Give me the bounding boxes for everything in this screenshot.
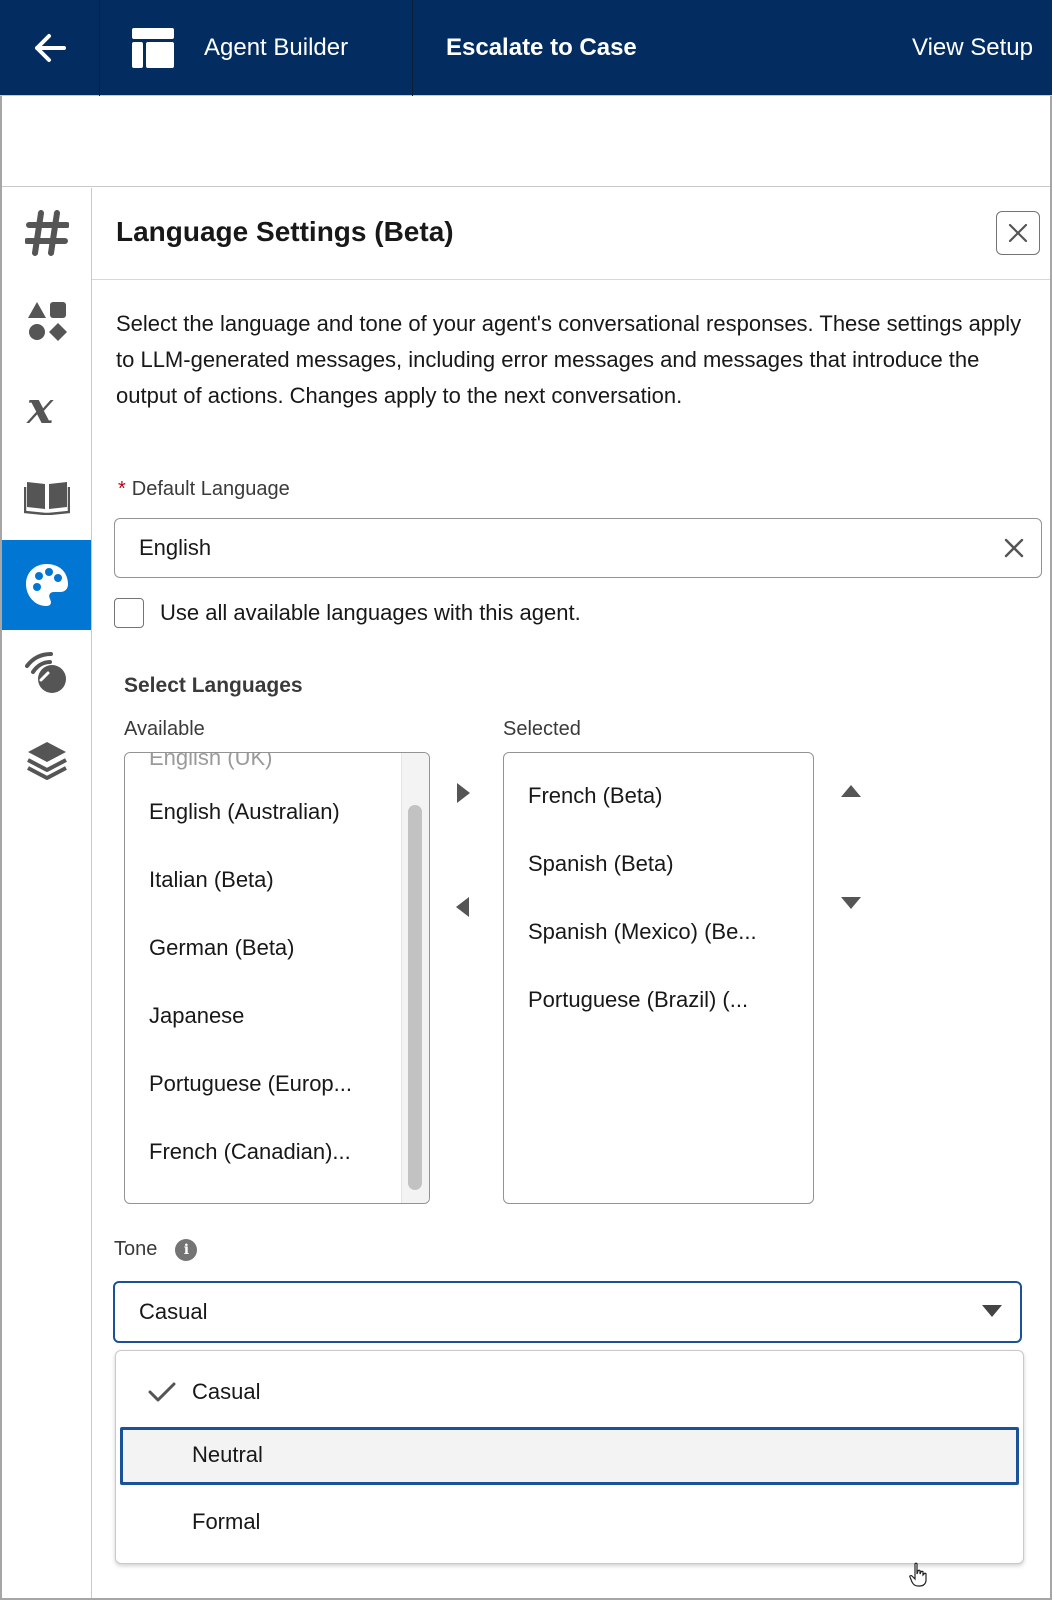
selected-label: Selected — [503, 718, 581, 740]
record-title: Escalate to Case — [446, 34, 637, 61]
use-all-languages-checkbox[interactable] — [114, 598, 144, 628]
tone-option-neutral[interactable]: Neutral — [120, 1427, 1019, 1485]
scrollbar-thumb[interactable] — [408, 805, 422, 1190]
app-layout-icon — [132, 28, 174, 68]
tone-dropdown-menu: Casual Neutral Formal — [115, 1350, 1024, 1564]
tone-select-value: Casual — [139, 1299, 208, 1324]
panel-title: Language Settings (Beta) — [116, 216, 454, 247]
hand-cursor-icon — [909, 1562, 927, 1587]
toolbar-band — [0, 96, 1052, 187]
list-item[interactable]: Japanese — [149, 1003, 244, 1029]
rail-item-actions[interactable] — [2, 276, 91, 366]
tone-option-label: Neutral — [192, 1442, 263, 1467]
svg-text:x: x — [26, 389, 54, 429]
view-setup-link[interactable]: View Setup — [912, 0, 1033, 96]
rail-item-connections[interactable] — [2, 628, 91, 718]
triangle-up-icon — [841, 785, 861, 797]
move-up-button[interactable] — [836, 776, 866, 806]
rail-item-language-settings[interactable] — [2, 540, 91, 630]
rail-item-knowledge[interactable] — [2, 452, 91, 542]
list-item[interactable]: Italian (Beta) — [149, 867, 274, 893]
triangle-right-icon — [457, 783, 470, 803]
select-languages-title: Select Languages — [124, 674, 303, 697]
language-settings-panel: Language Settings (Beta) Select the lang… — [92, 188, 1050, 1598]
tone-option-label: Formal — [192, 1509, 261, 1534]
tone-option-casual[interactable]: Casual — [120, 1365, 1019, 1421]
list-item[interactable]: Spanish (Mexico) (Be... — [528, 919, 757, 945]
list-item[interactable]: Spanish (Beta) — [528, 851, 674, 877]
back-button[interactable] — [0, 0, 100, 96]
palette-icon — [25, 564, 68, 606]
use-all-languages-label: Use all available languages with this ag… — [160, 600, 581, 625]
list-item[interactable]: Portuguese (Europ... — [149, 1071, 352, 1097]
list-item[interactable]: French (Beta) — [528, 783, 663, 809]
clear-icon[interactable] — [1001, 535, 1027, 561]
move-to-available-button[interactable] — [448, 892, 478, 922]
info-icon[interactable]: i — [175, 1238, 198, 1261]
default-language-value: English — [139, 535, 212, 560]
use-all-languages-row: Use all available languages with this ag… — [114, 598, 581, 628]
close-icon — [1008, 223, 1028, 243]
rail-item-variables[interactable]: x — [2, 364, 91, 454]
move-down-button[interactable] — [836, 888, 866, 918]
rail-item-topics[interactable] — [2, 188, 91, 278]
triangle-left-icon — [456, 897, 469, 917]
chevron-down-icon — [982, 1305, 1002, 1317]
hash-icon — [24, 210, 69, 256]
tone-option-formal[interactable]: Formal — [120, 1495, 1019, 1551]
close-panel-button[interactable] — [996, 211, 1040, 255]
check-icon — [148, 1382, 176, 1402]
selected-languages-listbox[interactable]: French (Beta) Spanish (Beta) Spanish (Me… — [503, 752, 814, 1204]
layers-icon — [26, 742, 67, 780]
default-language-combobox[interactable]: English — [114, 518, 1042, 578]
left-rail: x — [2, 188, 92, 1598]
tone-label: Tone i — [114, 1238, 198, 1261]
panel-header: Language Settings (Beta) — [92, 188, 1050, 280]
arrow-left-icon — [34, 34, 66, 62]
available-languages-listbox[interactable]: English (UK) English (Australian) Italia… — [124, 752, 430, 1204]
app-name: Agent Builder — [204, 34, 349, 61]
required-marker: * — [118, 478, 126, 500]
shapes-icon — [27, 302, 67, 341]
available-label: Available — [124, 718, 205, 740]
variable-icon: x — [26, 389, 54, 429]
global-header: Agent Builder Escalate to Case View Setu… — [0, 0, 1052, 96]
tone-select[interactable]: Casual — [113, 1281, 1022, 1343]
book-icon — [23, 482, 70, 515]
triangle-down-icon — [841, 897, 861, 909]
tone-option-label: Casual — [192, 1379, 261, 1404]
available-scrollbar[interactable] — [401, 753, 429, 1203]
tone-label-text: Tone — [114, 1238, 158, 1260]
list-item[interactable]: English (Australian) — [149, 799, 340, 825]
move-to-selected-button[interactable] — [448, 778, 478, 808]
rail-item-layers[interactable] — [2, 716, 91, 806]
app-name-area: Agent Builder — [100, 0, 413, 96]
signal-icon — [24, 652, 66, 693]
list-item[interactable]: Portuguese (Brazil) (... — [528, 987, 748, 1013]
panel-description: Select the language and tone of your age… — [116, 311, 1022, 408]
list-item-partial: English (UK) — [149, 752, 273, 770]
list-item[interactable]: French (Canadian)... — [149, 1139, 351, 1165]
default-language-label: * Default Language — [118, 478, 290, 501]
list-item[interactable]: German (Beta) — [149, 935, 295, 961]
default-language-label-text: Default Language — [131, 478, 290, 500]
